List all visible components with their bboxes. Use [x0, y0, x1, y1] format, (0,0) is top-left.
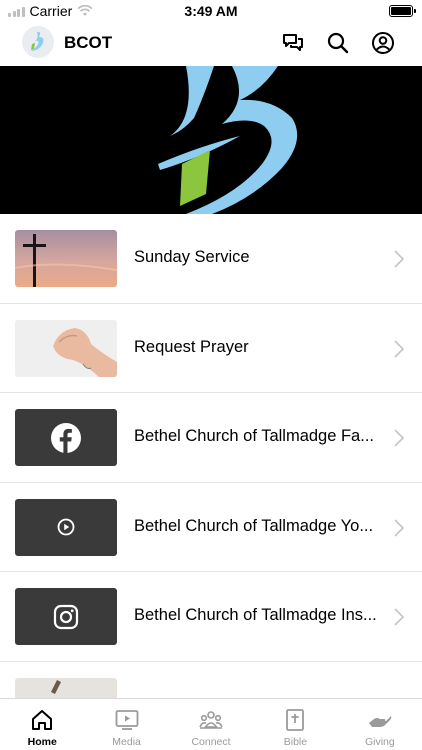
- app-logo[interactable]: [22, 26, 54, 58]
- list-item[interactable]: Bethel Church of Tallmadge Fa...: [0, 393, 422, 483]
- list-item[interactable]: [0, 662, 422, 698]
- praying-hands-image: [15, 319, 117, 377]
- instagram-icon: [53, 604, 79, 629]
- tab-home[interactable]: Home: [0, 699, 84, 750]
- chevron-right-icon: [394, 429, 404, 447]
- connect-icon: [199, 711, 223, 729]
- list-item-label: Sunday Service: [134, 248, 250, 266]
- list-item[interactable]: Bethel Church of Tallmadge Ins...: [0, 572, 422, 662]
- list-item-label: Bethel Church of Tallmadge Fa...: [134, 427, 374, 445]
- tab-label: Home: [27, 736, 57, 748]
- cross-sunset-image: [15, 230, 117, 287]
- list-item[interactable]: Bethel Church of Tallmadge Yo...: [0, 483, 422, 572]
- youtube-thumbnail: [15, 498, 117, 556]
- list-item[interactable]: Sunday Service: [0, 214, 422, 304]
- chevron-right-icon: [394, 339, 404, 358]
- search-icon[interactable]: [326, 31, 350, 55]
- content-list: Sunday Service Request Prayer Bethel Chu…: [0, 214, 422, 698]
- giving-icon: [368, 716, 392, 727]
- list-item-label: Request Prayer: [134, 337, 249, 356]
- account-icon[interactable]: [371, 31, 395, 55]
- media-icon: [115, 710, 139, 730]
- list-item-label: Bethel Church of Tallmadge Yo...: [134, 516, 374, 535]
- chat-icon[interactable]: [281, 31, 305, 55]
- status-time: 3:49 AM: [184, 3, 238, 19]
- list-item[interactable]: Request Prayer: [0, 304, 422, 393]
- app-header: BCOT: [0, 24, 422, 66]
- facebook-thumbnail: [15, 409, 117, 466]
- battery-icon: [389, 5, 416, 17]
- instagram-thumbnail: [15, 588, 117, 645]
- tab-media[interactable]: Media: [84, 699, 168, 750]
- app-title: BCOT: [64, 33, 113, 52]
- tab-giving[interactable]: Giving: [338, 699, 422, 750]
- chevron-right-icon: [394, 250, 404, 268]
- bethel-logo-icon: [31, 31, 44, 51]
- play-icon: [57, 518, 75, 536]
- tab-label: Giving: [364, 736, 395, 748]
- status-bar: Carrier 3:49 AM: [0, 0, 422, 22]
- partial-image: [15, 677, 117, 698]
- facebook-icon: [51, 422, 81, 453]
- chevron-right-icon: [394, 608, 404, 626]
- tab-bible[interactable]: Bible: [253, 699, 337, 750]
- list-item-label: Bethel Church of Tallmadge Ins...: [134, 606, 377, 624]
- bethel-logo-banner: [158, 66, 298, 214]
- tab-label: Connect: [191, 736, 231, 748]
- bible-icon: [286, 709, 305, 731]
- tab-connect[interactable]: Connect: [169, 699, 253, 750]
- hero-banner: [0, 66, 422, 214]
- tab-bar: Home Media Connect Bible Giving: [0, 698, 422, 750]
- chevron-right-icon: [394, 518, 404, 537]
- tab-label: Bible: [283, 736, 308, 748]
- tab-label: Media: [112, 736, 141, 748]
- home-icon: [32, 710, 53, 730]
